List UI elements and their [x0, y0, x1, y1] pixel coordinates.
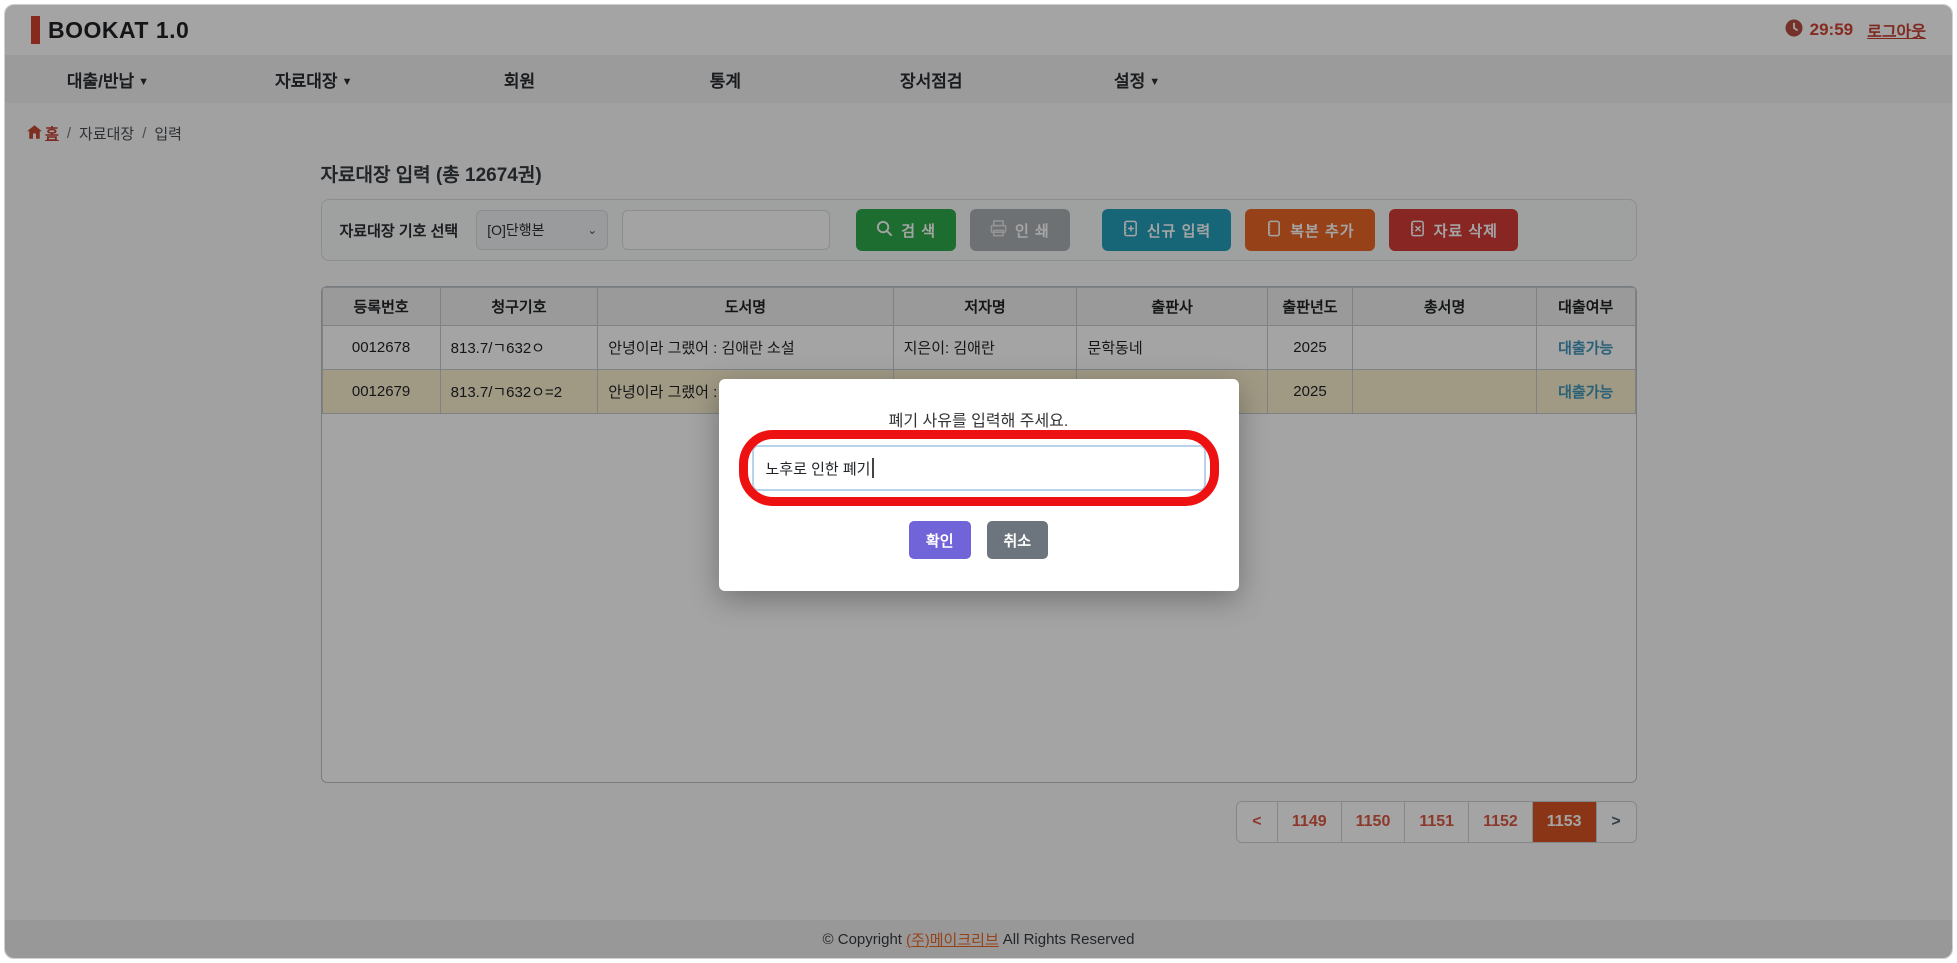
- disposal-reason-input[interactable]: 노후로 인한 폐기: [752, 445, 1206, 491]
- modal-title: 폐기 사유를 입력해 주세요.: [719, 407, 1239, 431]
- modal-actions: 확인 취소: [719, 521, 1239, 559]
- disposal-reason-modal: 폐기 사유를 입력해 주세요. 노후로 인한 폐기 확인 취소: [719, 379, 1239, 591]
- confirm-button[interactable]: 확인: [909, 521, 971, 559]
- bookat-app: BOOKAT 1.0 29:59 로그아웃 대출/반납 자료대장 회원 통계 장…: [4, 4, 1953, 959]
- disposal-reason-value: 노후로 인한 폐기: [766, 458, 871, 479]
- browser-frame: BOOKAT 1.0 29:59 로그아웃 대출/반납 자료대장 회원 통계 장…: [0, 0, 1957, 963]
- cancel-button[interactable]: 취소: [987, 521, 1049, 559]
- text-caret: [872, 458, 874, 478]
